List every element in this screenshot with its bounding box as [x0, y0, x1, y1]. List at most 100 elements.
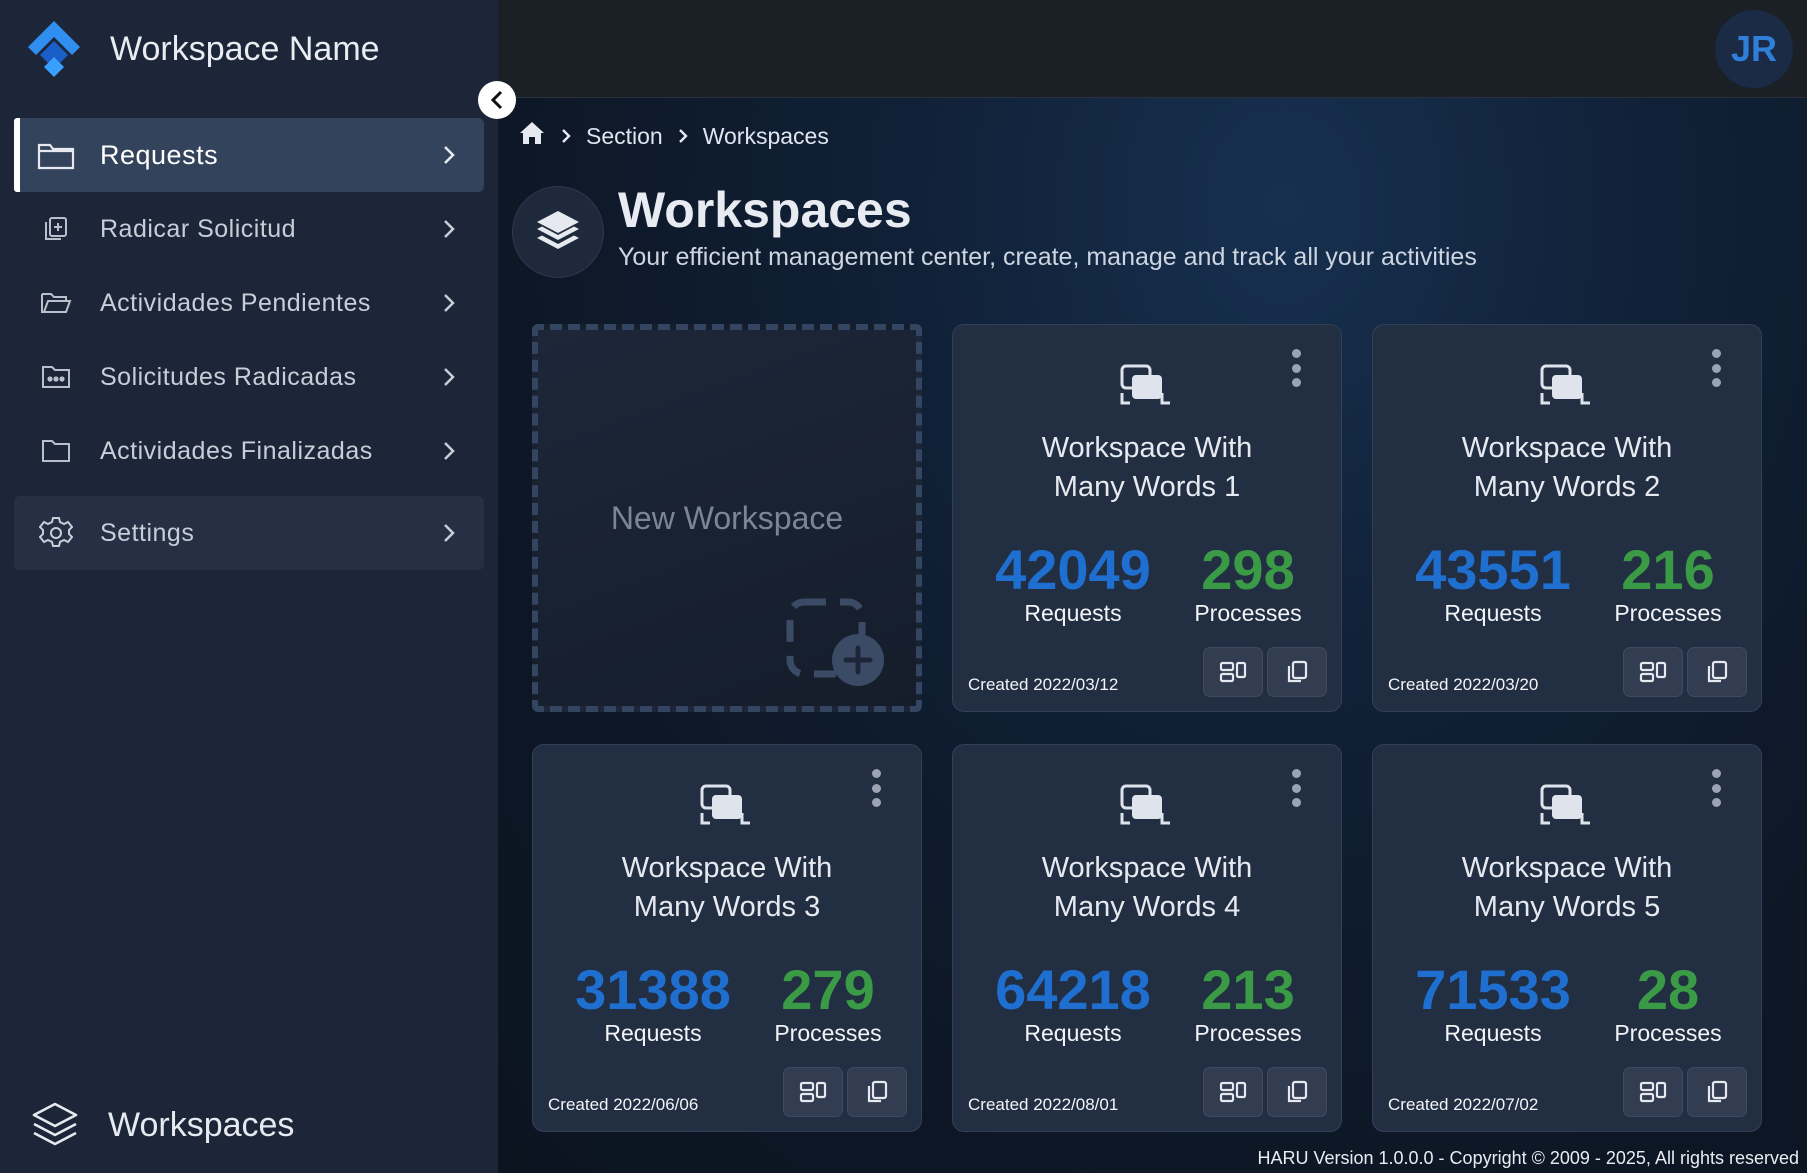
workspace-name: Workspace With Many Words 5 — [1461, 852, 1673, 923]
copy-button[interactable] — [1267, 1067, 1327, 1117]
layout-button[interactable] — [1203, 1067, 1263, 1117]
processes-stat: 279 Processes — [763, 960, 893, 1047]
created-date: Created 2022/07/02 — [1388, 1095, 1539, 1114]
sidebar-item-settings[interactable]: Settings — [14, 496, 484, 570]
requests-label: Requests — [1024, 600, 1122, 626]
copy-icon — [1287, 660, 1308, 683]
layout-button[interactable] — [1623, 647, 1683, 697]
requests-count: 31388 — [575, 958, 731, 1021]
collapse-sidebar-button[interactable] — [478, 81, 516, 119]
home-icon[interactable] — [518, 120, 546, 152]
sidebar-footer-workspaces[interactable]: Workspaces — [30, 1100, 294, 1150]
workspace-card[interactable]: Workspace With Many Words 4 64218 Reques… — [952, 744, 1342, 1132]
requests-count: 71533 — [1415, 958, 1571, 1021]
workspace-card[interactable]: Workspace With Many Words 2 43551 Reques… — [1372, 324, 1762, 712]
requests-stat: 43551 Requests — [1403, 540, 1583, 627]
add-square-icon — [786, 598, 884, 686]
sidebar-nav: Requests Radicar Solicitud Actividades P… — [14, 118, 484, 570]
page-title: Workspaces — [618, 182, 912, 239]
layout-icon — [1639, 1081, 1667, 1103]
workspace-card[interactable]: Workspace With Many Words 3 31388 Reques… — [532, 744, 922, 1132]
copy-button[interactable] — [1267, 647, 1327, 697]
sidebar-item-label: Radicar Solicitud — [100, 214, 297, 243]
workspace-icon — [1120, 364, 1170, 405]
copy-icon — [1707, 660, 1728, 683]
sidebar-item-actividades-finalizadas[interactable]: Actividades Finalizadas — [14, 414, 484, 488]
main-content: Section Workspaces Workspaces Your effic… — [498, 98, 1807, 1173]
file-add-icon — [36, 209, 76, 249]
workspace-icon — [1120, 784, 1170, 825]
more-vertical-icon[interactable] — [869, 769, 883, 807]
more-vertical-icon[interactable] — [1289, 769, 1303, 807]
sidebar-item-solicitudes-radicadas[interactable]: Solicitudes Radicadas — [14, 340, 484, 414]
copy-icon — [1707, 1080, 1728, 1103]
topbar: JR — [498, 0, 1807, 98]
brand[interactable]: Workspace Name — [22, 14, 380, 84]
avatar[interactable]: JR — [1715, 10, 1793, 88]
processes-count: 298 — [1201, 538, 1295, 601]
sidebar-item-radicar-solicitud[interactable]: Radicar Solicitud — [14, 192, 484, 266]
chevron-right-icon — [434, 140, 464, 170]
copy-icon — [867, 1080, 888, 1103]
requests-count: 43551 — [1415, 538, 1571, 601]
requests-stat: 71533 Requests — [1403, 960, 1583, 1047]
workspace-icon — [1540, 364, 1590, 405]
layout-icon — [1219, 1081, 1247, 1103]
chevron-right-icon — [677, 127, 689, 145]
sidebar-item-label: Solicitudes Radicadas — [100, 362, 357, 391]
breadcrumb: Section Workspaces — [518, 120, 829, 152]
processes-count: 28 — [1636, 958, 1700, 1021]
workspace-icon — [700, 784, 750, 825]
sidebar-footer-label: Workspaces — [108, 1105, 295, 1144]
workspace-name: Workspace With Many Words 4 — [1041, 852, 1253, 923]
more-vertical-icon[interactable] — [1709, 349, 1723, 387]
sidebar-item-requests[interactable]: Requests — [14, 118, 484, 192]
copyright-footer: HARU Version 1.0.0.0 - Copyright © 2009 … — [1257, 1148, 1799, 1168]
processes-label: Processes — [774, 1020, 882, 1046]
more-vertical-icon[interactable] — [1709, 769, 1723, 807]
requests-label: Requests — [604, 1020, 702, 1046]
requests-label: Requests — [1024, 1020, 1122, 1046]
created-date: Created 2022/06/06 — [548, 1095, 699, 1114]
layers-icon — [512, 186, 604, 278]
sidebar-item-label: Settings — [100, 518, 195, 547]
breadcrumb-item-section[interactable]: Section — [586, 123, 663, 150]
layout-button[interactable] — [783, 1067, 843, 1117]
folder-icon — [36, 135, 76, 175]
processes-stat: 216 Processes — [1603, 540, 1733, 627]
requests-count: 42049 — [995, 538, 1151, 601]
layout-button[interactable] — [1203, 647, 1263, 697]
new-workspace-card[interactable]: New Workspace — [532, 324, 922, 712]
created-date: Created 2022/03/20 — [1388, 675, 1539, 694]
processes-stat: 298 Processes — [1183, 540, 1313, 627]
breadcrumb-item-workspaces: Workspaces — [702, 122, 829, 149]
processes-label: Processes — [1194, 1020, 1302, 1046]
workspace-card[interactable]: Workspace With Many Words 1 42049 Reques… — [952, 324, 1342, 712]
requests-label: Requests — [1444, 1020, 1542, 1046]
workspace-name: Workspace With Many Words 2 — [1461, 432, 1673, 503]
created-date: Created 2022/03/12 — [968, 675, 1119, 694]
more-vertical-icon[interactable] — [1289, 349, 1303, 387]
page-header: Workspaces Your efficient management cen… — [512, 182, 1477, 278]
workspace-card[interactable]: Workspace With Many Words 5 71533 Reques… — [1372, 744, 1762, 1132]
layout-icon — [1219, 661, 1247, 683]
copy-button[interactable] — [847, 1067, 907, 1117]
chevron-right-icon — [434, 288, 464, 318]
chevron-right-icon — [560, 127, 572, 145]
chevron-right-icon — [434, 362, 464, 392]
requests-stat: 31388 Requests — [563, 960, 743, 1047]
processes-count: 213 — [1201, 958, 1295, 1021]
sidebar-item-actividades-pendientes[interactable]: Actividades Pendientes — [14, 266, 484, 340]
layout-button[interactable] — [1623, 1067, 1683, 1117]
workspace-icon — [1540, 784, 1590, 825]
folder-dots-icon — [36, 357, 76, 397]
chevron-right-icon — [434, 518, 464, 548]
copy-button[interactable] — [1687, 647, 1747, 697]
sidebar-item-label: Requests — [100, 139, 219, 170]
workspace-name: Workspace Name — [110, 29, 380, 68]
brand-logo-icon — [28, 21, 80, 77]
sidebar-item-label: Actividades Finalizadas — [100, 436, 373, 465]
sidebar: Workspace Name Requests Radicar Solicitu… — [0, 0, 498, 1173]
copy-button[interactable] — [1687, 1067, 1747, 1117]
requests-label: Requests — [1444, 600, 1542, 626]
